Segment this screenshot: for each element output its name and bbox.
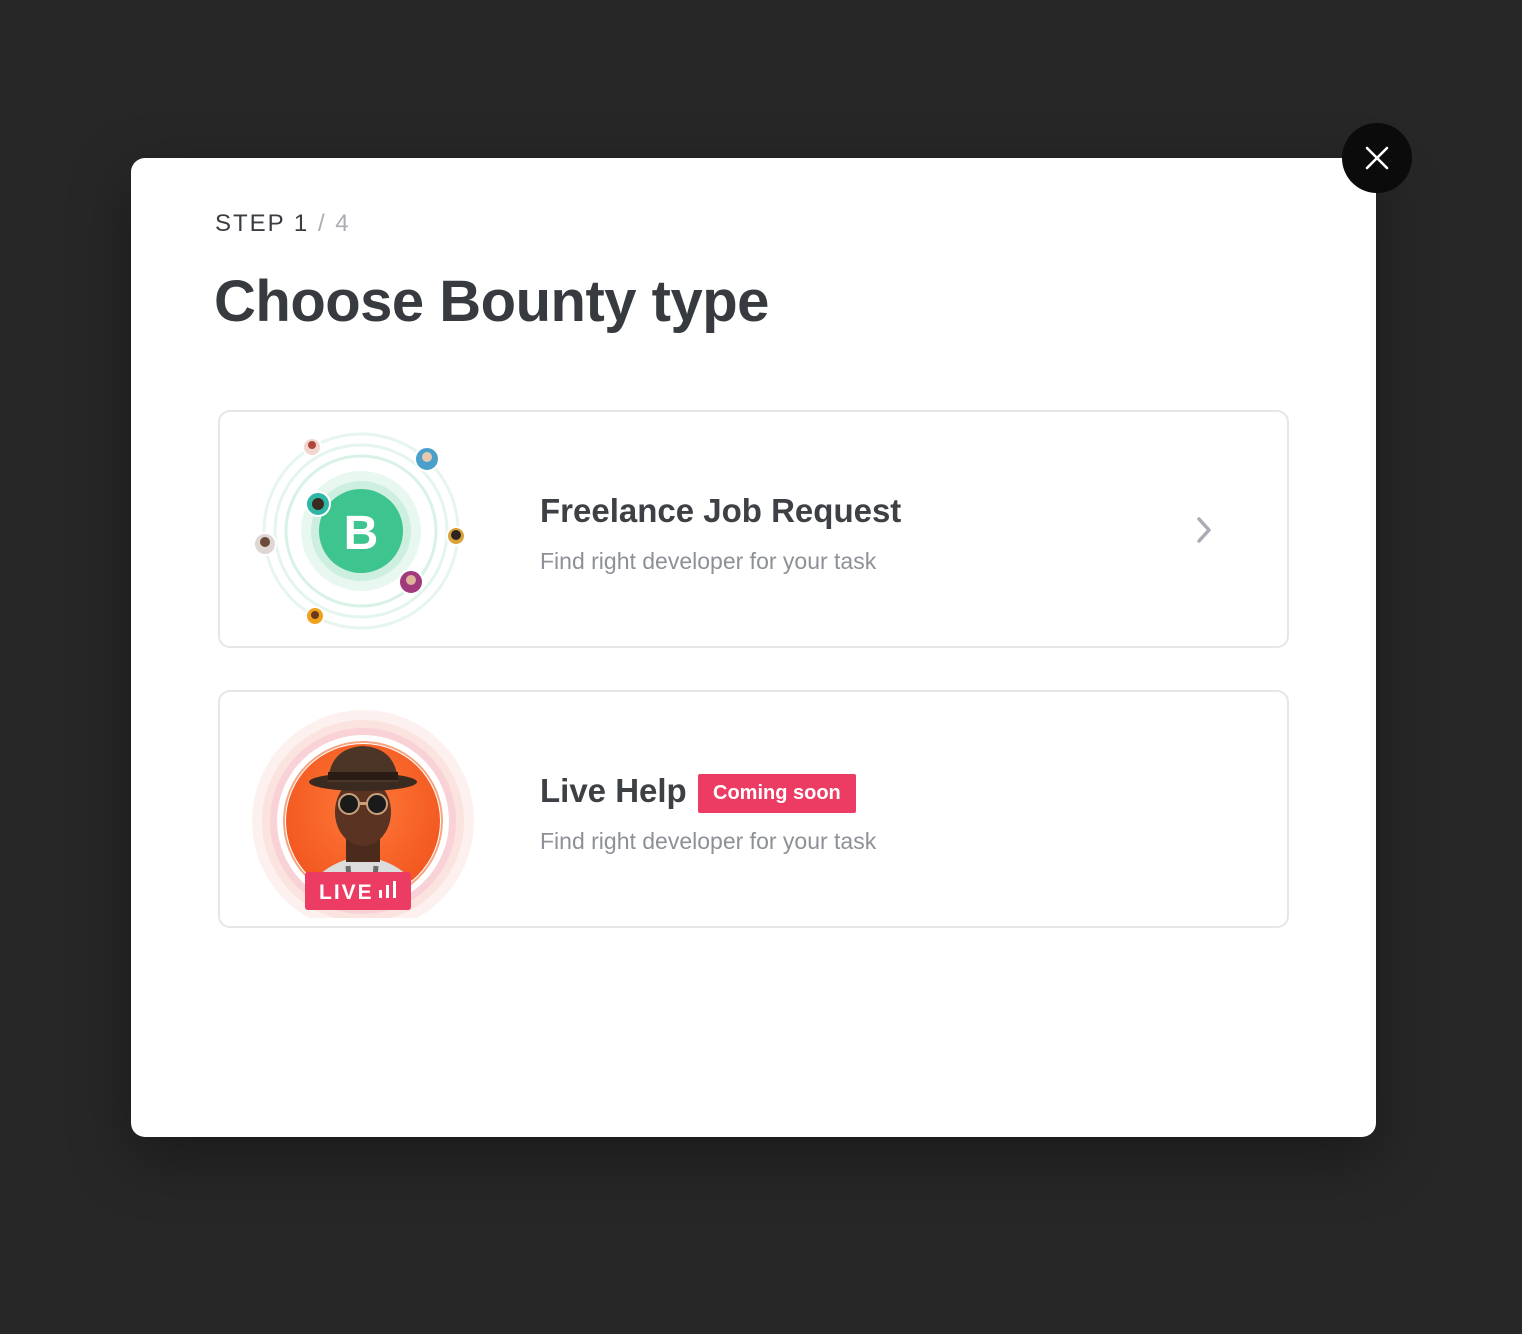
avatar	[398, 569, 424, 595]
avatar	[305, 606, 325, 626]
option-title: Freelance Job Request	[540, 492, 902, 529]
brand-letter: B	[344, 507, 379, 560]
option-description: Find right developer for your task	[540, 548, 877, 574]
bounty-type-modal: STEP 1 / 4 Choose Bounty type B Freelanc…	[131, 158, 1376, 1137]
live-help-option[interactable]: LIVE Live Help Coming soon Find right de…	[218, 690, 1289, 928]
avatar	[253, 532, 277, 556]
step-indicator: STEP 1 / 4	[215, 210, 351, 238]
close-icon	[1365, 146, 1389, 170]
step-total: / 4	[317, 210, 351, 237]
modal-title: Choose Bounty type	[214, 269, 769, 334]
option-description: Find right developer for your task	[540, 828, 877, 854]
avatar	[414, 446, 440, 472]
step-current: STEP 1	[215, 210, 310, 237]
coming-soon-badge: Coming soon	[698, 774, 856, 813]
close-button[interactable]	[1342, 123, 1412, 193]
live-label: LIVE	[319, 881, 374, 904]
chevron-right-icon[interactable]	[1195, 515, 1215, 545]
live-badge: LIVE	[305, 872, 411, 910]
avatar	[305, 491, 331, 517]
live-help-illustration: LIVE	[252, 710, 474, 918]
freelance-job-request-option[interactable]: B Freelance Job Request Find right devel…	[218, 410, 1289, 648]
freelance-network-illustration: B	[253, 432, 466, 630]
avatar	[446, 526, 466, 546]
option-title: Live Help	[540, 772, 687, 809]
avatar	[302, 437, 322, 457]
